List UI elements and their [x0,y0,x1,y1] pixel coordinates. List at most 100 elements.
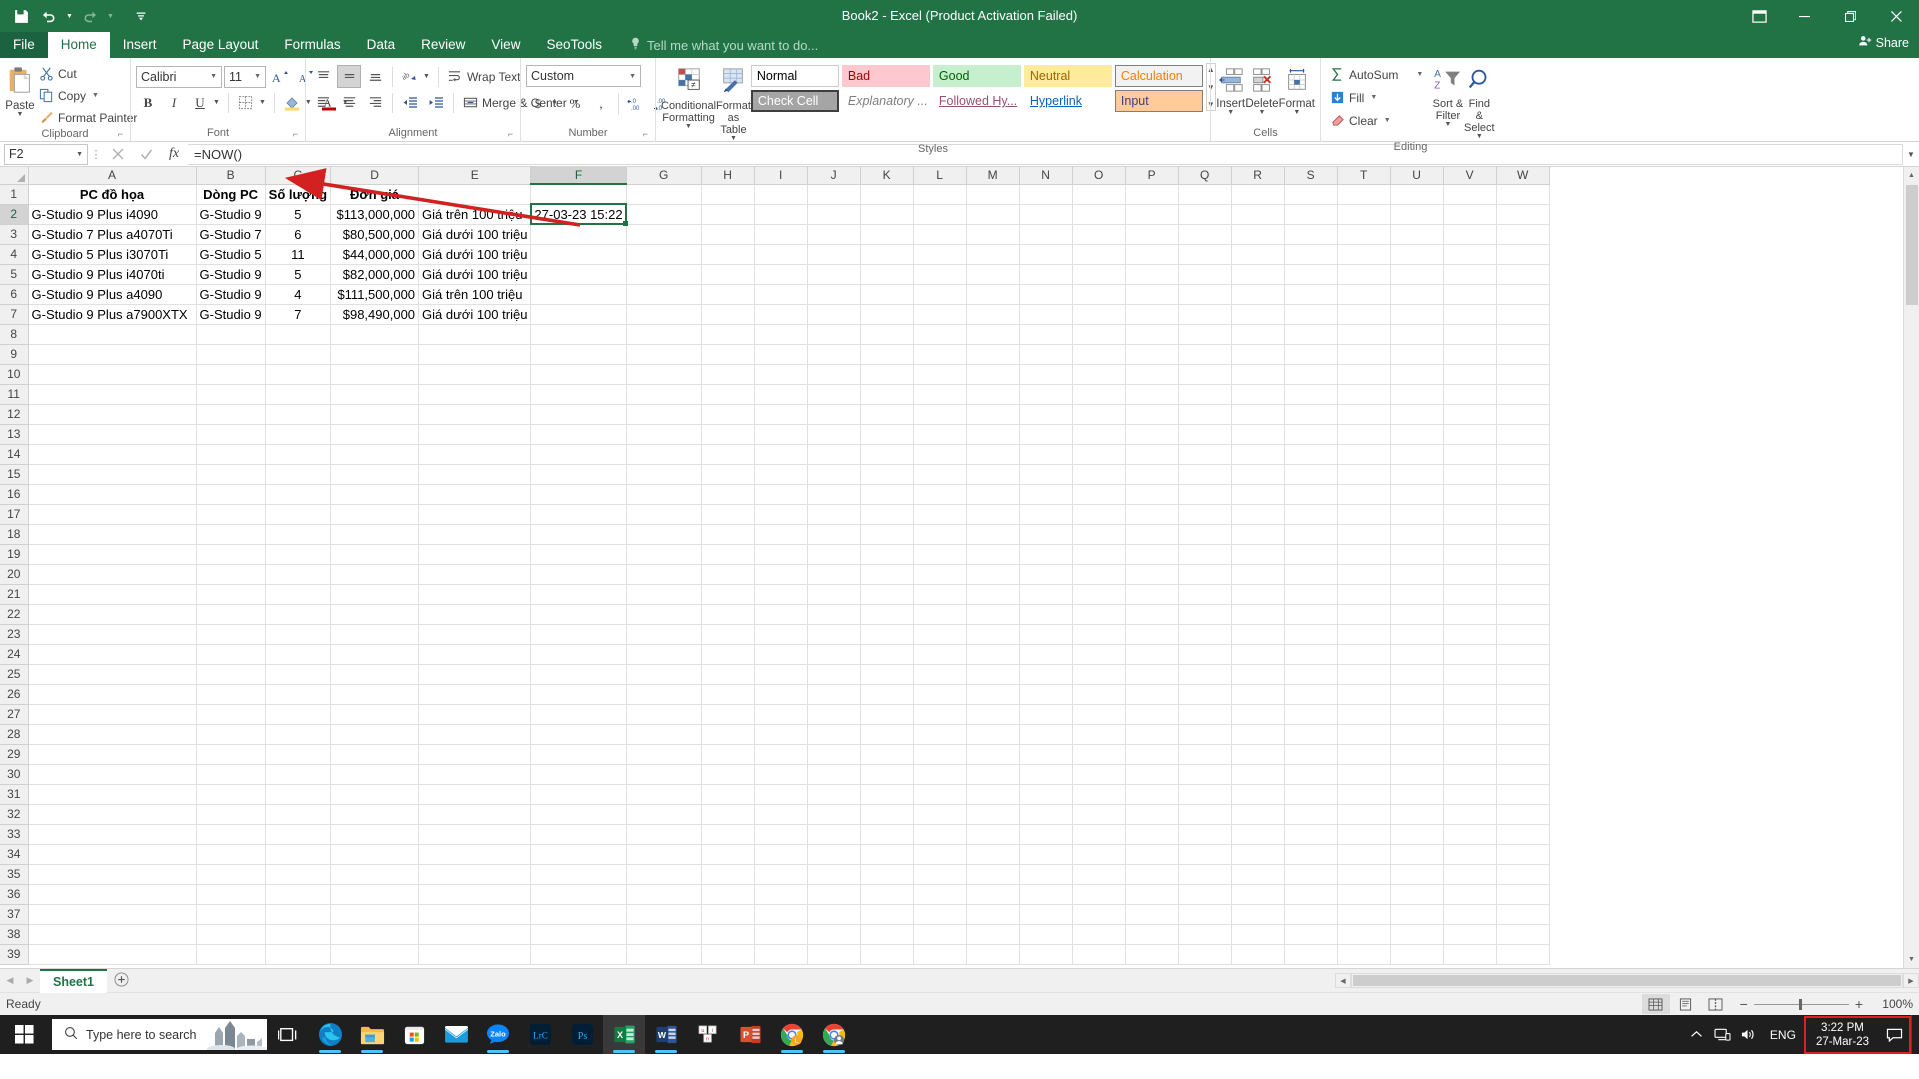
cell-E23[interactable] [418,624,532,645]
cell-L7[interactable] [913,304,967,325]
clock[interactable]: 3:22 PM 27-Mar-23 [1806,1017,1879,1053]
cell-I26[interactable] [754,684,808,705]
cell-A36[interactable] [28,884,197,905]
cell-H11[interactable] [701,384,755,405]
align-center-button[interactable] [337,91,361,114]
cell-M25[interactable] [966,664,1020,685]
cell-E39[interactable] [418,944,532,965]
cell-J9[interactable] [807,344,861,365]
cell-W31[interactable] [1496,784,1550,805]
cell-H29[interactable] [701,744,755,765]
cell-P12[interactable] [1125,404,1179,425]
cell-B37[interactable] [196,904,266,925]
cell-O15[interactable] [1072,464,1126,485]
cell-E25[interactable] [418,664,532,685]
cell-H6[interactable] [701,284,755,305]
cell-U21[interactable] [1390,584,1444,605]
style-input[interactable]: Input [1114,90,1203,112]
cell-W14[interactable] [1496,444,1550,465]
undo-dropdown-icon[interactable]: ▼ [64,13,75,20]
cell-V25[interactable] [1443,664,1497,685]
column-header-j[interactable]: J [807,167,861,185]
cell-I24[interactable] [754,644,808,665]
row-header-28[interactable]: 28 [0,724,29,745]
cell-N17[interactable] [1019,504,1073,525]
cell-A30[interactable] [28,764,197,785]
cell-G10[interactable] [626,364,702,385]
cell-Q37[interactable] [1178,904,1232,925]
cell-W6[interactable] [1496,284,1550,305]
cell-A20[interactable] [28,564,197,585]
cell-N3[interactable] [1019,224,1073,245]
zoom-level[interactable]: 100% [1873,997,1913,1011]
tab-seotools[interactable]: SeoTools [533,32,615,58]
cell-R29[interactable] [1231,744,1285,765]
cell-K21[interactable] [860,584,914,605]
cell-F23[interactable] [530,624,627,645]
cell-U14[interactable] [1390,444,1444,465]
cell-V26[interactable] [1443,684,1497,705]
cell-S29[interactable] [1284,744,1338,765]
cell-W22[interactable] [1496,604,1550,625]
cell-L2[interactable] [913,204,967,225]
cell-A15[interactable] [28,464,197,485]
cell-E31[interactable] [418,784,532,805]
row-header-20[interactable]: 20 [0,564,29,585]
cell-J38[interactable] [807,924,861,945]
cell-M23[interactable] [966,624,1020,645]
chevron-down-icon[interactable]: ▼ [76,151,83,158]
align-top-button[interactable] [311,65,335,88]
cell-W35[interactable] [1496,864,1550,885]
cell-V4[interactable] [1443,244,1497,265]
cell-G26[interactable] [626,684,702,705]
cell-O2[interactable] [1072,204,1126,225]
cell-I17[interactable] [754,504,808,525]
cell-T18[interactable] [1337,524,1391,545]
cell-O32[interactable] [1072,804,1126,825]
column-header-c[interactable]: C [265,167,332,185]
cell-H33[interactable] [701,824,755,845]
cell-K31[interactable] [860,784,914,805]
cell-H24[interactable] [701,644,755,665]
cell-B34[interactable] [196,844,266,865]
tab-file[interactable]: File [0,32,48,58]
cell-M12[interactable] [966,404,1020,425]
cell-L28[interactable] [913,724,967,745]
cell-A3[interactable]: G-Studio 7 Plus a4070Ti [28,224,197,245]
cell-B31[interactable] [196,784,266,805]
conditional-formatting-button[interactable]: ≠ Conditional Formatting ▼ [661,63,716,130]
cell-V21[interactable] [1443,584,1497,605]
cell-C3[interactable]: 6 [265,224,332,245]
cell-R23[interactable] [1231,624,1285,645]
cell-F10[interactable] [530,364,627,385]
cell-T39[interactable] [1337,944,1391,965]
column-header-o[interactable]: O [1072,167,1126,185]
cell-L20[interactable] [913,564,967,585]
format-cells-button[interactable]: Format ▼ [1279,63,1315,116]
find-select-dropdown-icon[interactable]: ▼ [1476,133,1483,140]
borders-button[interactable] [234,91,258,114]
cell-C34[interactable] [265,844,332,865]
column-header-g[interactable]: G [626,167,702,185]
style-good[interactable]: Good [932,65,1021,87]
cell-B12[interactable] [196,404,266,425]
cell-B39[interactable] [196,944,266,965]
cell-L24[interactable] [913,644,967,665]
cell-T4[interactable] [1337,244,1391,265]
cell-B2[interactable]: G-Studio 9 [196,204,266,225]
row-header-24[interactable]: 24 [0,644,29,665]
cell-H23[interactable] [701,624,755,645]
cell-P18[interactable] [1125,524,1179,545]
cell-H9[interactable] [701,344,755,365]
align-bottom-button[interactable] [363,65,387,88]
cell-K26[interactable] [860,684,914,705]
cell-I11[interactable] [754,384,808,405]
cell-I36[interactable] [754,884,808,905]
cell-W12[interactable] [1496,404,1550,425]
cell-P20[interactable] [1125,564,1179,585]
cell-Q22[interactable] [1178,604,1232,625]
cell-L5[interactable] [913,264,967,285]
cell-N36[interactable] [1019,884,1073,905]
cell-F19[interactable] [530,544,627,565]
cell-W32[interactable] [1496,804,1550,825]
